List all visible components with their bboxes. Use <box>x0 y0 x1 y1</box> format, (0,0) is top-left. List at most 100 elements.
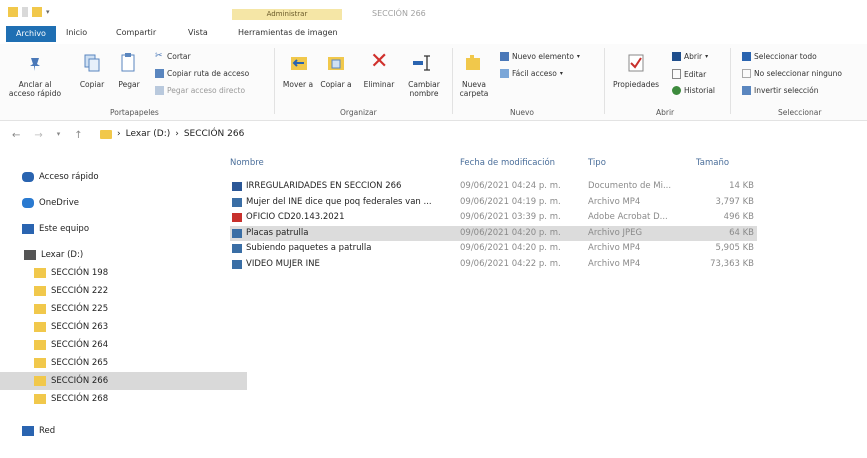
chevron-down-icon: ▾ <box>705 53 709 60</box>
sidebar-item[interactable]: SECCIÓN 198 <box>0 264 247 282</box>
ribbon-separator <box>604 48 605 114</box>
cut-label: Cortar <box>167 52 191 61</box>
breadcrumb-folder[interactable]: SECCIÓN 266 <box>184 129 244 139</box>
copy-button[interactable]: Copiar <box>76 80 108 89</box>
open-icon <box>672 52 681 61</box>
scissors-icon: ✂ <box>155 51 163 61</box>
video-file-icon <box>232 259 242 269</box>
address-bar: ← → ▾ ↑ › Lexar (D:) › SECCIÓN 266 <box>0 124 867 146</box>
sidebar-item[interactable]: OneDrive <box>0 194 235 212</box>
folder-icon <box>34 340 46 350</box>
sidebar-item[interactable]: SECCIÓN 266 <box>0 372 247 390</box>
sidebar-item-label: OneDrive <box>39 198 79 208</box>
file-row[interactable]: IRREGULARIDADES EN SECCIÓN 266 09/06/2021… <box>230 179 757 194</box>
move-to-icon <box>290 54 308 72</box>
folder-icon <box>100 129 112 139</box>
select-none-button[interactable]: No seleccionar ninguno <box>742 69 842 78</box>
column-header-size[interactable]: Tamaño <box>696 158 729 168</box>
file-date: 09/06/2021 04:20 p. m. <box>460 227 561 238</box>
rename-button[interactable]: Cambiar nombre <box>404 80 444 98</box>
group-label-seleccionar: Seleccionar <box>778 108 822 117</box>
chevron-down-icon: ▾ <box>576 53 580 60</box>
group-label-portapapeles: Portapapeles <box>110 108 159 117</box>
file-size: 5,905 KB <box>715 243 754 253</box>
file-name: Subiendo paquetes a patrulla <box>246 243 372 253</box>
column-header-name[interactable]: Nombre <box>230 158 264 168</box>
select-all-button[interactable]: Seleccionar todo <box>742 52 817 61</box>
tab-herramientas-imagen[interactable]: Herramientas de imagen <box>238 28 338 37</box>
recent-chevron-icon[interactable]: ▾ <box>57 130 61 141</box>
sidebar-item[interactable]: SECCIÓN 225 <box>0 300 247 318</box>
sidebar-item[interactable]: Este equipo <box>0 220 235 238</box>
column-headers: Nombre Fecha de modificación Tipo Tamaño <box>230 158 860 172</box>
invert-selection-icon <box>742 86 751 95</box>
edit-label: Editar <box>684 69 707 79</box>
sidebar-item[interactable]: SECCIÓN 222 <box>0 282 247 300</box>
new-item-button[interactable]: Nuevo elemento ▾ <box>500 52 580 61</box>
copy-path-label: Copiar ruta de acceso <box>167 69 250 78</box>
ribbon-separator <box>730 48 731 114</box>
sidebar-item-label: SECCIÓN 222 <box>51 286 109 296</box>
image-file-icon <box>232 228 242 238</box>
breadcrumb-drive[interactable]: Lexar (D:) <box>126 129 171 139</box>
folder-icon <box>34 286 46 296</box>
copy-to-button[interactable]: Copiar a <box>320 80 352 89</box>
select-all-icon <box>742 52 751 61</box>
back-arrow-icon[interactable]: ← <box>12 130 20 141</box>
paste-button[interactable]: Pegar <box>114 80 144 89</box>
file-row[interactable]: Subiendo paquetes a patrulla 09/06/2021 0… <box>230 241 757 256</box>
file-row[interactable]: Mujer del INE dice que poq federales van… <box>230 195 757 210</box>
file-size: 14 KB <box>729 181 754 191</box>
sidebar-item[interactable]: SECCIÓN 268 <box>0 390 247 408</box>
customize-chevron-icon[interactable]: ▾ <box>46 8 50 16</box>
file-date: 09/06/2021 04:22 p. m. <box>460 258 561 269</box>
new-item-icon <box>500 52 509 61</box>
sidebar-item[interactable]: Lexar (D:) <box>0 246 237 264</box>
history-label: Historial <box>684 86 716 95</box>
file-row[interactable]: VIDEO MUJER INE 09/06/2021 04:22 p. m. Arc… <box>230 257 757 272</box>
invert-selection-button[interactable]: Invertir selección <box>742 86 819 95</box>
breadcrumb[interactable]: › Lexar (D:) › SECCIÓN 266 <box>100 129 244 139</box>
tab-vista[interactable]: Vista <box>188 28 208 37</box>
file-row[interactable]: OFICIO CD20.143.2021 09/06/2021 03:39 p. … <box>230 210 757 225</box>
edit-button[interactable]: Editar <box>672 69 706 79</box>
cut-button[interactable]: ✂ Cortar <box>155 51 191 62</box>
move-to-button[interactable]: Mover a <box>282 80 314 89</box>
video-file-icon <box>232 197 242 207</box>
new-folder-button[interactable]: Nueva carpeta <box>456 80 492 98</box>
sidebar-item[interactable]: SECCIÓN 265 <box>0 354 247 372</box>
open-button[interactable]: Abrir ▾ <box>672 52 708 61</box>
tab-inicio[interactable]: Inicio <box>66 28 87 37</box>
history-button[interactable]: Historial <box>672 86 715 95</box>
tab-archivo[interactable]: Archivo <box>6 26 56 42</box>
up-arrow-icon[interactable]: ↑ <box>74 130 82 141</box>
paste-shortcut-button[interactable]: Pegar acceso directo <box>155 86 245 95</box>
drive-icon <box>24 250 36 260</box>
delete-button[interactable]: Eliminar <box>360 80 398 89</box>
sidebar-item[interactable]: Red <box>0 422 235 440</box>
new-folder-quick-icon[interactable] <box>32 7 42 17</box>
properties-button[interactable]: Propiedades <box>610 80 662 89</box>
forward-arrow-icon[interactable]: → <box>34 130 42 141</box>
easy-access-label: Fácil acceso <box>512 69 557 78</box>
copy-path-button[interactable]: Copiar ruta de acceso <box>155 69 249 78</box>
context-tab-administrar[interactable]: Administrar <box>232 9 342 20</box>
sidebar-item[interactable]: SECCIÓN 264 <box>0 336 247 354</box>
sidebar-item[interactable]: SECCIÓN 263 <box>0 318 247 336</box>
easy-access-button[interactable]: Fácil acceso ▾ <box>500 69 563 78</box>
pin-quick-access-button[interactable]: Anclar al acceso rápido <box>6 80 64 98</box>
easy-access-icon <box>500 69 509 78</box>
select-none-label: No seleccionar ninguno <box>754 69 842 78</box>
ribbon: Anclar al acceso rápido Copiar Pegar ✂ C… <box>0 44 867 121</box>
properties-icon <box>628 54 644 72</box>
file-row[interactable]: Placas patrulla 09/06/2021 04:20 p. m. Arc… <box>230 225 757 241</box>
tab-compartir[interactable]: Compartir <box>116 28 156 37</box>
column-header-date[interactable]: Fecha de modificación <box>460 158 555 168</box>
file-name: Mujer del INE dice que poq federales van… <box>246 196 432 207</box>
sidebar-item-label: Acceso rápido <box>39 172 99 182</box>
sidebar-item[interactable]: Acceso rápido <box>0 168 235 186</box>
rename-icon <box>412 54 434 72</box>
properties-quick-icon[interactable] <box>22 7 28 17</box>
column-header-type[interactable]: Tipo <box>588 158 606 168</box>
ribbon-separator <box>274 48 275 114</box>
